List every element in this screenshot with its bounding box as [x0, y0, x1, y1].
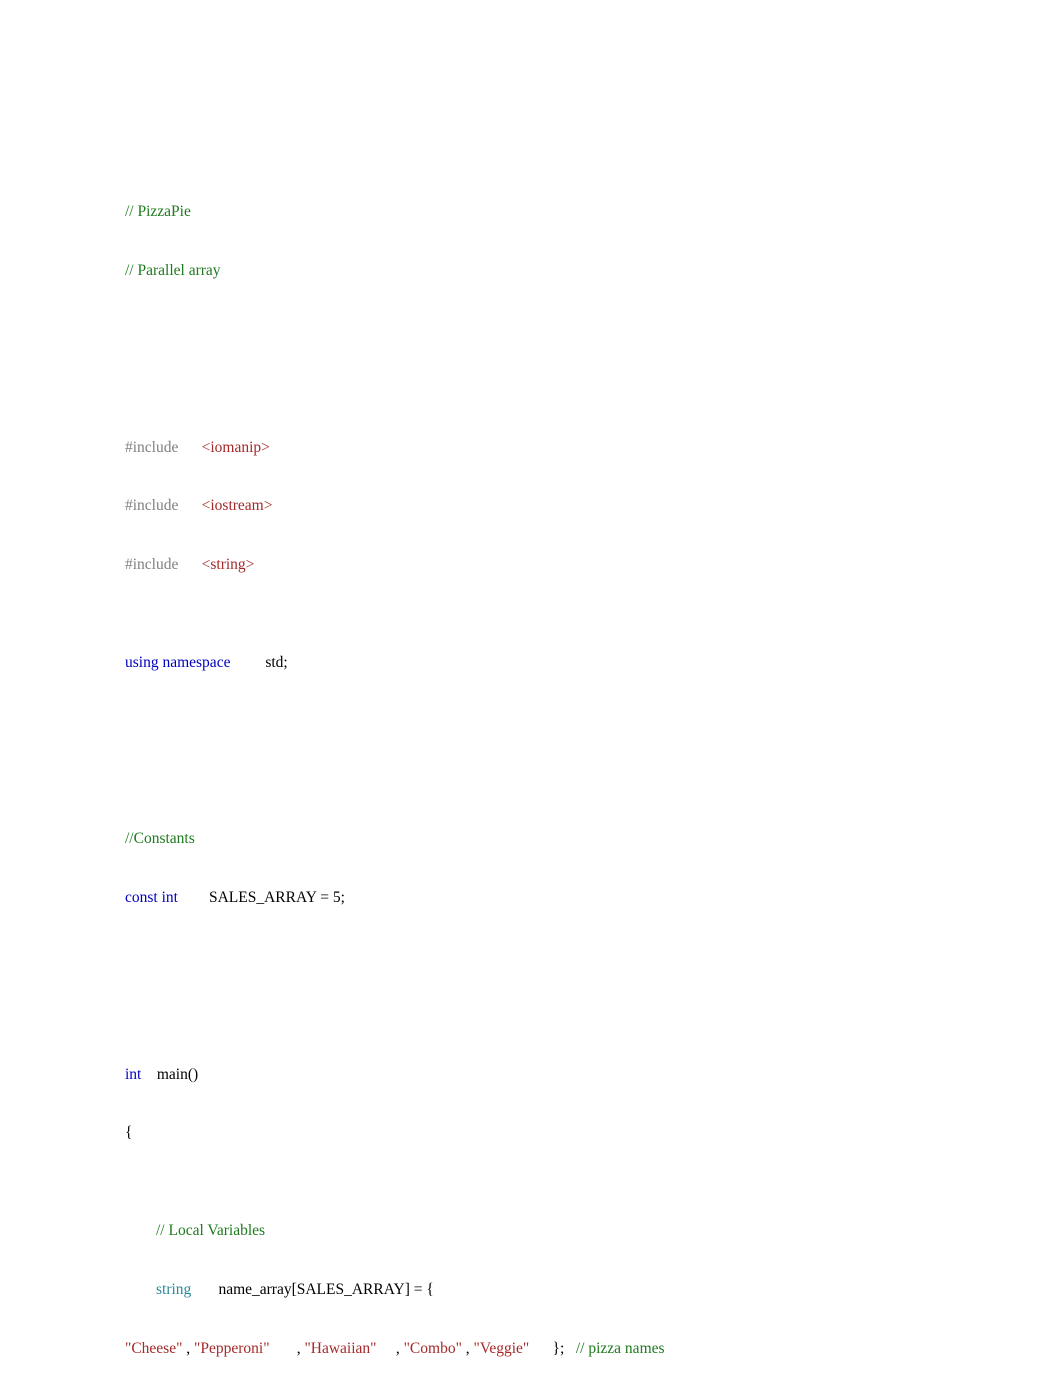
preprocessor-directive: #include [125, 497, 179, 515]
code-line-name-array-decl: string name_array[SALES_ARRAY] = { [125, 1280, 1025, 1300]
constant-body: SALES_ARRAY = 5; [208, 889, 345, 907]
code-line-include-2: #include <iostream> [125, 496, 1025, 516]
code-line-title-comment-2: // Parallel array [125, 261, 1025, 281]
separator: , [269, 1339, 305, 1357]
separator: , [376, 1339, 404, 1357]
code-line-constants-comment: //Constants [125, 829, 1025, 849]
code-line-constant-decl: const int SALES_ARRAY = 5; [125, 888, 1025, 908]
code-line-name-array-values: "Cheese" , "Pepperoni" , "Hawaiian" , "C… [125, 1339, 1025, 1359]
code-line-using-namespace: using namespace std; [125, 653, 1025, 673]
string-literal-pepperoni: "Pepperoni" [194, 1339, 270, 1357]
preprocessor-directive: #include [125, 556, 179, 574]
separator: , [182, 1339, 195, 1357]
namespace-value: std; [265, 654, 288, 672]
comment-text: // Local Variables [156, 1222, 266, 1240]
array-closing: }; [552, 1339, 565, 1357]
document-page: // PizzaPie // Parallel array #include <… [0, 0, 1062, 1377]
string-literal-hawaiian: "Hawaiian" [304, 1339, 377, 1357]
keyword-int: int [125, 1065, 142, 1083]
string-literal-veggie: "Veggie" [473, 1339, 530, 1357]
header-name: <iomanip> [201, 438, 270, 456]
code-line-title-comment-1: // PizzaPie [125, 202, 1025, 222]
preprocessor-directive: #include [125, 438, 179, 456]
separator: , [461, 1339, 474, 1357]
brace-open: { [125, 1124, 133, 1142]
comment-text: // pizza names [575, 1339, 665, 1357]
keyword-using-namespace: using namespace [125, 654, 231, 672]
declaration-body: name_array[SALES_ARRAY] = { [218, 1281, 434, 1299]
code-line-include-1: #include <iomanip> [125, 438, 1025, 458]
code-line-open-brace: { [125, 1123, 1025, 1143]
source-code-listing: // PizzaPie // Parallel array #include <… [125, 124, 1025, 1377]
string-literal-combo: "Combo" [403, 1339, 462, 1357]
comment-text: //Constants [125, 830, 195, 848]
comment-text: // PizzaPie [125, 203, 191, 221]
string-literal-cheese: "Cheese" [125, 1339, 183, 1357]
type-string: string [156, 1281, 192, 1299]
header-name: <iostream> [201, 497, 273, 515]
code-line-main-signature: int main() [125, 1065, 1025, 1085]
header-name: <string> [201, 556, 255, 574]
code-line-local-vars-comment: // Local Variables [125, 1221, 1025, 1241]
code-line-include-3: #include <string> [125, 555, 1025, 575]
comment-text: // Parallel array [125, 262, 221, 280]
keyword-const-int: const int [125, 889, 178, 907]
function-name-main: main() [156, 1065, 199, 1083]
